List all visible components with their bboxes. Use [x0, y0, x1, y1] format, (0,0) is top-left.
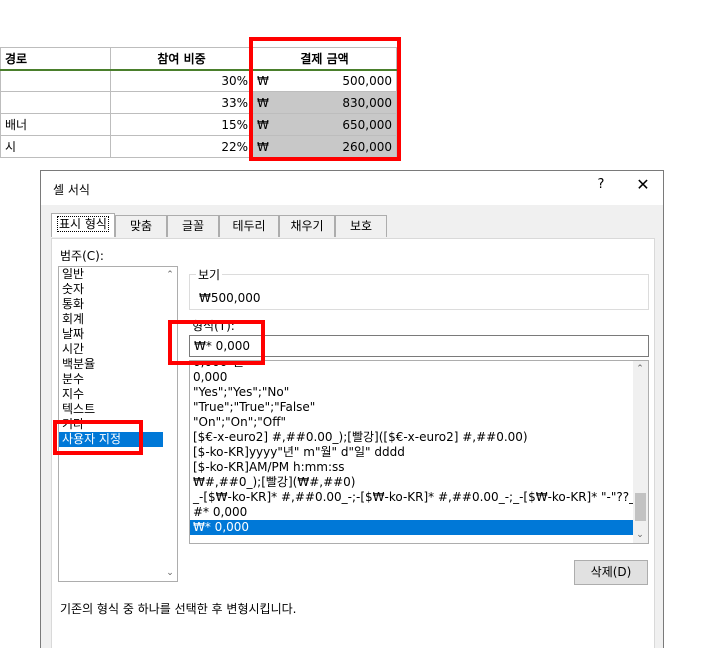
- table-row: 33% ₩830,000: [0, 91, 397, 114]
- tab-border[interactable]: 테두리: [219, 215, 279, 237]
- ratio-cell[interactable]: 30%: [110, 69, 253, 92]
- scroll-thumb[interactable]: [635, 493, 646, 521]
- tab-font[interactable]: 글꼴: [167, 215, 219, 237]
- category-item-text[interactable]: 텍스트: [59, 402, 177, 417]
- currency-symbol: ₩: [257, 139, 269, 154]
- tab-protection[interactable]: 보호: [335, 215, 387, 237]
- spreadsheet-area: 경로 참여 비중 결제 금액 30% ₩500,000 33% ₩830,000…: [0, 0, 708, 170]
- table-row: 30% ₩500,000: [0, 69, 397, 92]
- delete-button[interactable]: 삭제(D): [574, 560, 648, 585]
- header-amount[interactable]: 결제 금액: [252, 47, 397, 71]
- amount-cell[interactable]: ₩650,000: [252, 113, 397, 136]
- amount-cell[interactable]: ₩500,000: [252, 69, 397, 92]
- hint-text: 기존의 형식 중 하나를 선택한 후 변형시킵니다.: [60, 602, 297, 616]
- amount-cell[interactable]: ₩830,000: [252, 91, 397, 114]
- currency-symbol: ₩: [257, 73, 269, 88]
- category-label: 범주(C):: [60, 249, 104, 263]
- category-item-scientific[interactable]: 지수: [59, 387, 177, 402]
- category-scrollbar[interactable]: ⌃ ⌄: [163, 267, 177, 581]
- category-item-accounting[interactable]: 회계: [59, 312, 177, 327]
- category-item-percentage[interactable]: 백분율: [59, 357, 177, 372]
- category-item-number[interactable]: 숫자: [59, 282, 177, 297]
- format-item[interactable]: ₩#,##0_);[빨강](₩#,##0): [190, 475, 634, 490]
- scroll-down-icon[interactable]: ⌄: [163, 568, 177, 578]
- scroll-up-icon[interactable]: ⌃: [633, 364, 647, 374]
- format-list[interactable]: 0,000"원" 0,000 "Yes";"Yes";"No" "True";"…: [189, 360, 649, 544]
- tab-label: 표시 형식: [57, 216, 109, 232]
- format-item[interactable]: 0,000: [190, 370, 634, 385]
- sample-value: ₩500,000: [199, 291, 261, 305]
- table-row: 배너 15% ₩650,000: [0, 113, 397, 136]
- format-item[interactable]: [$-ko-KR]AM/PM h:mm:ss: [190, 460, 634, 475]
- data-table: 경로 참여 비중 결제 금액 30% ₩500,000 33% ₩830,000…: [0, 47, 397, 158]
- amount-cell[interactable]: ₩260,000: [252, 135, 397, 158]
- format-scrollbar[interactable]: ⌃ ⌄: [633, 361, 648, 543]
- route-cell[interactable]: [0, 91, 111, 114]
- format-item[interactable]: #* 0,000: [190, 505, 634, 520]
- scroll-up-icon[interactable]: ⌃: [163, 270, 177, 280]
- currency-symbol: ₩: [257, 95, 269, 110]
- format-item[interactable]: _-[$₩-ko-KR]* #,##0.00_-;-[$₩-ko-KR]* #,…: [190, 490, 634, 505]
- amount-value: 500,000: [342, 73, 392, 88]
- ratio-cell[interactable]: 22%: [110, 135, 253, 158]
- type-input[interactable]: ₩* 0,000: [189, 335, 649, 357]
- type-label: 형식(T):: [192, 319, 235, 333]
- route-cell[interactable]: 시: [0, 135, 111, 158]
- amount-value: 650,000: [342, 117, 392, 132]
- amount-value: 260,000: [342, 139, 392, 154]
- category-item-date[interactable]: 날짜: [59, 327, 177, 342]
- ratio-cell[interactable]: 15%: [110, 113, 253, 136]
- amount-value: 830,000: [342, 95, 392, 110]
- dialog-titlebar: 셀 서식 ? ✕: [41, 171, 663, 205]
- category-item-general[interactable]: 일반: [59, 267, 177, 282]
- ratio-cell[interactable]: 33%: [110, 91, 253, 114]
- category-list[interactable]: 일반 숫자 통화 회계 날짜 시간 백분율 분수 지수 텍스트 기타 사용자 지…: [58, 266, 178, 582]
- header-ratio[interactable]: 참여 비중: [110, 47, 253, 71]
- help-icon[interactable]: ?: [591, 177, 611, 192]
- dialog-title: 셀 서식: [53, 183, 90, 197]
- format-item[interactable]: 0,000"원": [190, 361, 634, 370]
- category-item-fraction[interactable]: 분수: [59, 372, 177, 387]
- format-item[interactable]: "True";"True";"False": [190, 400, 634, 415]
- format-list-items: 0,000"원" 0,000 "Yes";"Yes";"No" "True";"…: [190, 361, 634, 535]
- format-item[interactable]: [$€-x-euro2] #,##0.00_);[빨강]([$€-x-euro2…: [190, 430, 634, 445]
- format-item-selected[interactable]: ₩* 0,000: [190, 520, 634, 535]
- format-item[interactable]: [$-ko-KR]yyyy"년" m"월" d"일" dddd: [190, 445, 634, 460]
- tab-number[interactable]: 표시 형식: [51, 213, 115, 237]
- category-item-custom[interactable]: 사용자 지정: [59, 432, 163, 447]
- route-cell[interactable]: 배너: [0, 113, 111, 136]
- category-item-special[interactable]: 기타: [59, 417, 177, 432]
- format-item[interactable]: "On";"On";"Off": [190, 415, 634, 430]
- table-header-row: 경로 참여 비중 결제 금액: [0, 47, 397, 71]
- currency-symbol: ₩: [257, 117, 269, 132]
- format-cells-dialog: 셀 서식 ? ✕ 표시 형식 맞춤 글꼴 테두리 채우기 보호 범주(C): 일…: [40, 170, 664, 648]
- format-item[interactable]: "Yes";"Yes";"No": [190, 385, 634, 400]
- table-row: 시 22% ₩260,000: [0, 135, 397, 158]
- tab-fill[interactable]: 채우기: [279, 215, 335, 237]
- category-item-currency[interactable]: 통화: [59, 297, 177, 312]
- scroll-down-icon[interactable]: ⌄: [633, 530, 647, 540]
- number-tab-panel: 범주(C): 일반 숫자 통화 회계 날짜 시간 백분율 분수 지수 텍스트 기…: [51, 238, 655, 648]
- category-item-time[interactable]: 시간: [59, 342, 177, 357]
- sample-legend: 보기: [196, 266, 223, 283]
- header-route[interactable]: 경로: [0, 47, 111, 71]
- route-cell[interactable]: [0, 69, 111, 92]
- close-icon[interactable]: ✕: [631, 175, 655, 194]
- tab-alignment[interactable]: 맞춤: [115, 215, 167, 237]
